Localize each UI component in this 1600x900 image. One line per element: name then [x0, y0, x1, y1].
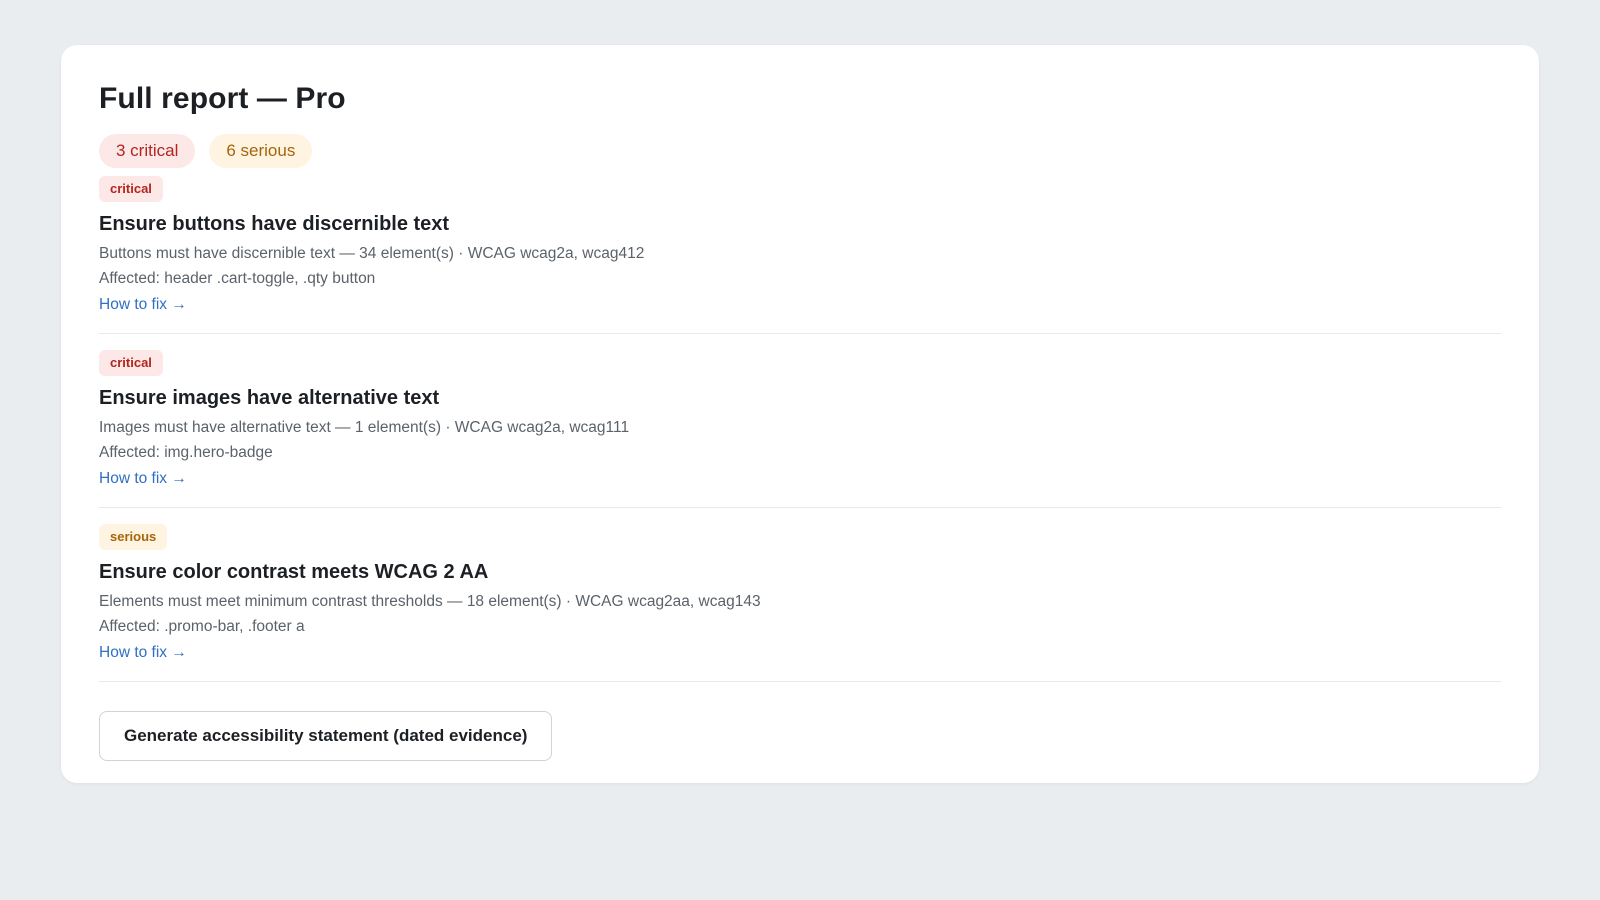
issue-title: Ensure images have alternative text: [99, 387, 440, 409]
issue-title: Ensure buttons have discernible text: [99, 213, 450, 235]
report-card: Full report — Pro 3 critical 6 serious c…: [61, 45, 1539, 783]
severity-badge: critical: [99, 350, 163, 376]
generate-statement-button[interactable]: Generate accessibility statement (dated …: [99, 711, 553, 761]
how-to-fix-link[interactable]: How to fix →: [99, 640, 187, 665]
issue-affected: Affected: .promo-bar, .footer a: [99, 618, 305, 635]
severity-badge: critical: [99, 176, 163, 202]
issue-title: Ensure color contrast meets WCAG 2 AA: [99, 561, 489, 583]
severity-badge: serious: [99, 524, 168, 550]
severity-summary: 3 critical 6 serious: [99, 134, 1501, 168]
issue-list: critical Ensure buttons have discernible…: [99, 176, 1501, 682]
critical-count-badge: 3 critical: [99, 134, 196, 168]
issue-affected: Affected: header .cart-toggle, .qty butt…: [99, 270, 376, 287]
issue-item: serious Ensure color contrast meets WCAG…: [99, 524, 1501, 682]
how-to-fix-link[interactable]: How to fix →: [99, 292, 187, 317]
issue-item: critical Ensure buttons have discernible…: [99, 176, 1501, 334]
issue-description: Buttons must have discernible text — 34 …: [99, 245, 645, 262]
how-to-fix-link[interactable]: How to fix →: [99, 466, 187, 491]
serious-count-badge: 6 serious: [209, 134, 313, 168]
issue-description: Images must have alternative text — 1 el…: [99, 419, 630, 436]
issue-item: critical Ensure images have alternative …: [99, 350, 1501, 508]
page-title: Full report — Pro: [99, 82, 346, 115]
issue-affected: Affected: img.hero-badge: [99, 444, 273, 461]
issue-description: Elements must meet minimum contrast thre…: [99, 593, 761, 610]
